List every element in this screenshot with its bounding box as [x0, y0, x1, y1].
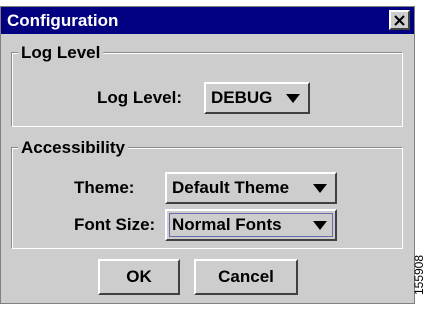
figure-id-text: 155908	[412, 254, 425, 296]
figure-id-label: 155908	[412, 240, 425, 310]
log-level-dropdown[interactable]: DEBUG	[204, 82, 310, 114]
close-icon	[394, 14, 405, 26]
theme-label: Theme:	[74, 178, 135, 197]
cancel-button-label: Cancel	[218, 267, 274, 286]
font-size-value: Normal Fonts	[172, 215, 282, 234]
log-level-group: Log Level Log Level: DEBUG	[11, 43, 403, 127]
chevron-down-icon	[313, 184, 327, 193]
title-bar[interactable]: Configuration	[1, 7, 414, 34]
close-button[interactable]	[389, 10, 410, 30]
log-level-value: DEBUG	[211, 88, 273, 107]
font-size-label: Font Size:	[74, 215, 156, 234]
configuration-dialog: Configuration Log Level Log Level: DEBUG…	[0, 6, 415, 304]
log-level-group-title: Log Level	[18, 43, 104, 63]
ok-button[interactable]: OK	[98, 259, 180, 295]
accessibility-group-title: Accessibility	[18, 138, 128, 158]
theme-dropdown[interactable]: Default Theme	[165, 172, 337, 204]
chevron-down-icon	[313, 221, 327, 230]
accessibility-group: Accessibility Theme: Default Theme Font …	[11, 138, 403, 249]
theme-value: Default Theme	[172, 178, 290, 197]
cancel-button[interactable]: Cancel	[194, 259, 298, 295]
ok-button-label: OK	[126, 267, 152, 286]
log-level-label: Log Level:	[97, 88, 183, 107]
window-title: Configuration	[7, 11, 119, 30]
font-size-dropdown[interactable]: Normal Fonts	[165, 209, 337, 241]
chevron-down-icon	[286, 94, 300, 103]
